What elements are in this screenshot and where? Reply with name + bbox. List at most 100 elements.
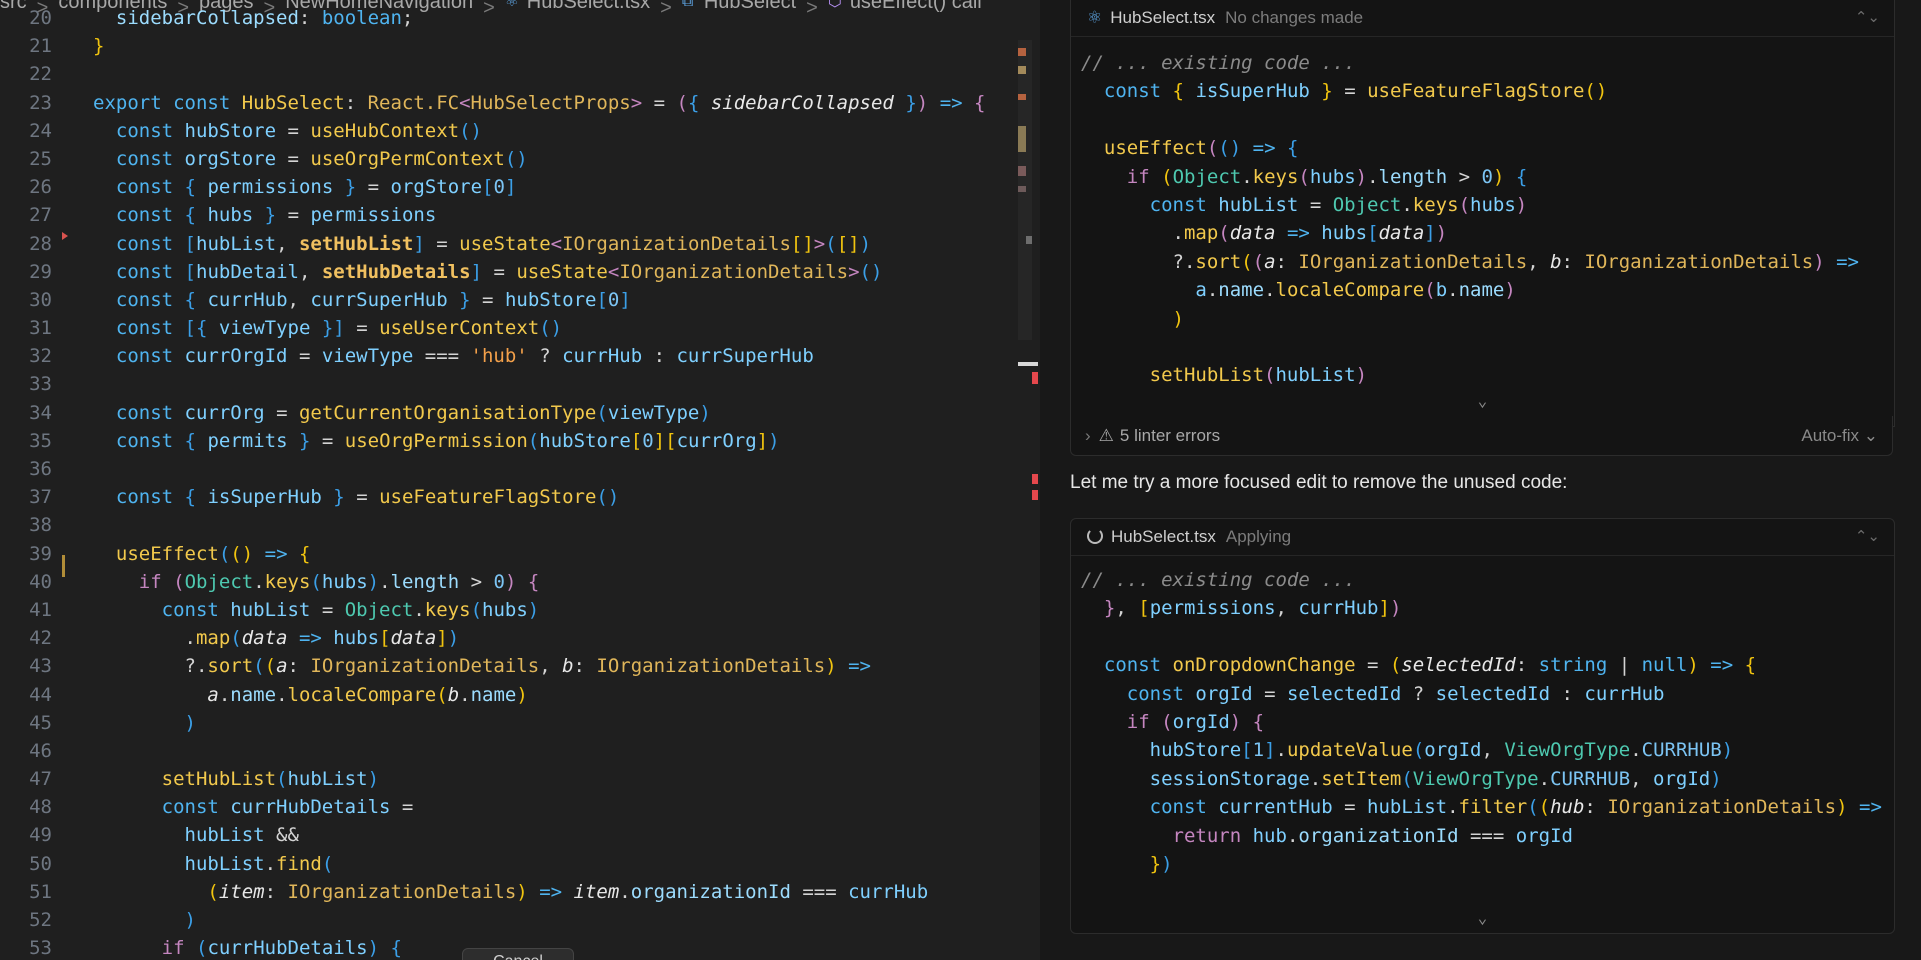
code-editor[interactable]: src > components > pages > NewHomeNavigation > ⚛… — [0, 0, 1040, 960]
minimap-marker — [1018, 186, 1026, 192]
code-lines[interactable]: 20 sidebarCollapsed: boolean; 21} 22 23 expo… — [0, 7, 1020, 960]
code-text[interactable]: useEffect(() => { — [93, 540, 311, 568]
line-number: 44 — [29, 683, 52, 706]
code-line[interactable]: 47 setHubList(hubList) — [0, 765, 1020, 793]
edit-card-filename: HubSelect.tsx — [1111, 527, 1216, 546]
code-line[interactable]: 48 const currHubDetails = — [0, 793, 1020, 821]
code-line: useEffect(() => { — [1103, 137, 1299, 160]
code-text[interactable]: const { isSuperHub } = useFeatureFlagSto… — [93, 483, 619, 511]
code-line[interactable]: 41 const hubList = Object.keys(hubs) — [0, 596, 1020, 624]
linter-errors-bar[interactable]: › ⚠ 5 linter errors Auto-fix ⌄ — [1070, 416, 1893, 456]
code-text[interactable]: setHubList(hubList) — [93, 765, 379, 793]
code-line[interactable]: 28 const [hubList, setHubList] = useStat… — [0, 230, 1020, 258]
code-line[interactable]: 42 .map(data => hubs[data]) — [0, 624, 1020, 652]
code-text[interactable]: ?.sort((a: IOrganizationDetails, b: IOrg… — [93, 652, 872, 680]
react-icon: ⚛ — [1087, 8, 1103, 27]
error-marker — [1032, 474, 1038, 484]
code-line[interactable]: 51 (item: IOrganizationDetails) => item.… — [0, 878, 1020, 906]
code-text[interactable]: } — [93, 32, 104, 60]
code-line[interactable]: 36 — [0, 455, 1020, 483]
code-text[interactable]: const currOrgId = viewType === 'hub' ? c… — [93, 342, 814, 370]
code-line[interactable]: 32 const currOrgId = viewType === 'hub' … — [0, 342, 1020, 370]
code-line[interactable]: 39 useEffect(() => { — [0, 540, 1020, 568]
code-text[interactable]: const { hubs } = permissions — [93, 201, 436, 229]
code-text[interactable]: const hubList = Object.keys(hubs) — [93, 596, 540, 624]
edit-card-header[interactable]: HubSelect.tsx Applying ⌃⌄ — [1071, 519, 1894, 556]
code-text[interactable]: const [hubDetail, setHubDetails] = useSt… — [93, 258, 883, 286]
expand-collapse-icon[interactable]: ⌃⌄ — [1855, 0, 1880, 36]
line-number: 23 — [29, 91, 52, 114]
code-line[interactable]: 33 — [0, 370, 1020, 398]
code-line[interactable]: 49 hubList && — [0, 821, 1020, 849]
code-text[interactable]: (item: IOrganizationDetails) => item.org… — [93, 878, 928, 906]
line-number: 40 — [29, 570, 52, 593]
code-line[interactable]: 40 if (Object.keys(hubs).length > 0) { — [0, 568, 1020, 596]
code-line[interactable]: 52 ) — [0, 906, 1020, 934]
code-text[interactable]: ) — [93, 906, 196, 934]
code-line: const hubList = Object.keys(hubs) — [1149, 193, 1528, 216]
line-number: 45 — [29, 711, 52, 734]
minimap-marker — [1026, 236, 1032, 244]
code-line[interactable]: 22 — [0, 60, 1020, 88]
code-line[interactable]: 43 ?.sort((a: IOrganizationDetails, b: I… — [0, 652, 1020, 680]
code-line[interactable]: 20 sidebarCollapsed: boolean; — [0, 4, 1020, 32]
code-line[interactable]: 25 const orgStore = useOrgPermContext() — [0, 145, 1020, 173]
line-number: 37 — [29, 486, 52, 509]
code-text[interactable]: const [{ viewType }] = useUserContext() — [93, 314, 562, 342]
code-line[interactable]: 31 const [{ viewType }] = useUserContext… — [0, 314, 1020, 342]
code-text[interactable]: hubList && — [93, 821, 299, 849]
code-line: return hub.organizationId === orgId — [1172, 824, 1573, 847]
code-line[interactable]: 38 — [0, 511, 1020, 539]
code-text[interactable]: hubList.find( — [93, 850, 334, 878]
chevron-down-icon[interactable]: ⌄ — [1071, 907, 1894, 929]
code-text[interactable]: if (currHubDetails) { — [93, 934, 402, 960]
chevron-down-icon[interactable]: ⌄ — [1071, 390, 1894, 412]
cancel-button[interactable]: Cancel — [462, 948, 574, 960]
code-line[interactable]: 21} — [0, 32, 1020, 60]
line-number: 31 — [29, 317, 52, 340]
edit-card-header[interactable]: ⚛ HubSelect.tsx No changes made ⌃⌄ — [1071, 0, 1894, 37]
code-text[interactable]: export const HubSelect: React.FC<HubSele… — [93, 89, 985, 117]
line-number: 46 — [29, 739, 52, 762]
code-line[interactable]: 45 ) — [0, 709, 1020, 737]
code-line[interactable]: 34 const currOrg = getCurrentOrganisatio… — [0, 399, 1020, 427]
gutter-modified-marker — [62, 555, 65, 577]
code-line[interactable]: 27 const { hubs } = permissions — [0, 201, 1020, 229]
code-line[interactable]: 44 a.name.localeCompare(b.name) — [0, 681, 1020, 709]
code-line[interactable]: 37 const { isSuperHub } = useFeatureFlag… — [0, 483, 1020, 511]
code-line[interactable]: 50 hubList.find( — [0, 850, 1020, 878]
code-text[interactable]: a.name.localeCompare(b.name) — [93, 681, 527, 709]
code-text[interactable]: const hubStore = useHubContext() — [93, 117, 482, 145]
auto-fix-button[interactable]: Auto-fix ⌄ — [1801, 416, 1878, 456]
code-line[interactable]: 23 export const HubSelect: React.FC<HubSe… — [0, 89, 1020, 117]
loading-spinner-icon — [1087, 528, 1103, 544]
line-number: 38 — [29, 514, 52, 537]
warning-icon: ⚠ — [1098, 426, 1114, 445]
code-line[interactable]: 29 const [hubDetail, setHubDetails] = us… — [0, 258, 1020, 286]
code-line[interactable]: 35 const { permits } = useOrgPermission(… — [0, 427, 1020, 455]
expand-collapse-icon[interactable]: ⌃⌄ — [1855, 519, 1880, 555]
line-number: 41 — [29, 598, 52, 621]
code-text[interactable]: const [hubList, setHubList] = useState<I… — [93, 230, 871, 258]
code-text[interactable]: ) — [93, 709, 196, 737]
code-text[interactable]: const currHubDetails = — [93, 793, 414, 821]
code-text[interactable]: .map(data => hubs[data]) — [93, 624, 460, 652]
code-line[interactable]: 30 const { currHub, currSuperHub } = hub… — [0, 286, 1020, 314]
line-number: 34 — [29, 401, 52, 424]
code-text[interactable]: const { permits } = useOrgPermission(hub… — [93, 427, 780, 455]
code-line[interactable]: 26 const { permissions } = orgStore[0] — [0, 173, 1020, 201]
code-line[interactable]: 24 const hubStore = useHubContext() — [0, 117, 1020, 145]
code-text[interactable]: const { permissions } = orgStore[0] — [93, 173, 517, 201]
code-line[interactable]: 46 — [0, 737, 1020, 765]
chevron-down-icon: ⌄ — [1863, 426, 1878, 445]
line-number: 28 — [29, 232, 52, 255]
code-text[interactable]: const currOrg = getCurrentOrganisationTy… — [93, 399, 711, 427]
code-text[interactable]: const { currHub, currSuperHub } = hubSto… — [93, 286, 631, 314]
code-text[interactable]: if (Object.keys(hubs).length > 0) { — [93, 568, 540, 596]
code-text[interactable]: sidebarCollapsed: boolean; — [93, 4, 413, 32]
edit-card-code: // ... existing code ... const { isSuper… — [1071, 37, 1894, 390]
line-number: 26 — [29, 176, 52, 199]
code-text[interactable]: const orgStore = useOrgPermContext() — [93, 145, 528, 173]
assistant-message: Let me try a more focused edit to remove… — [1070, 472, 1568, 493]
